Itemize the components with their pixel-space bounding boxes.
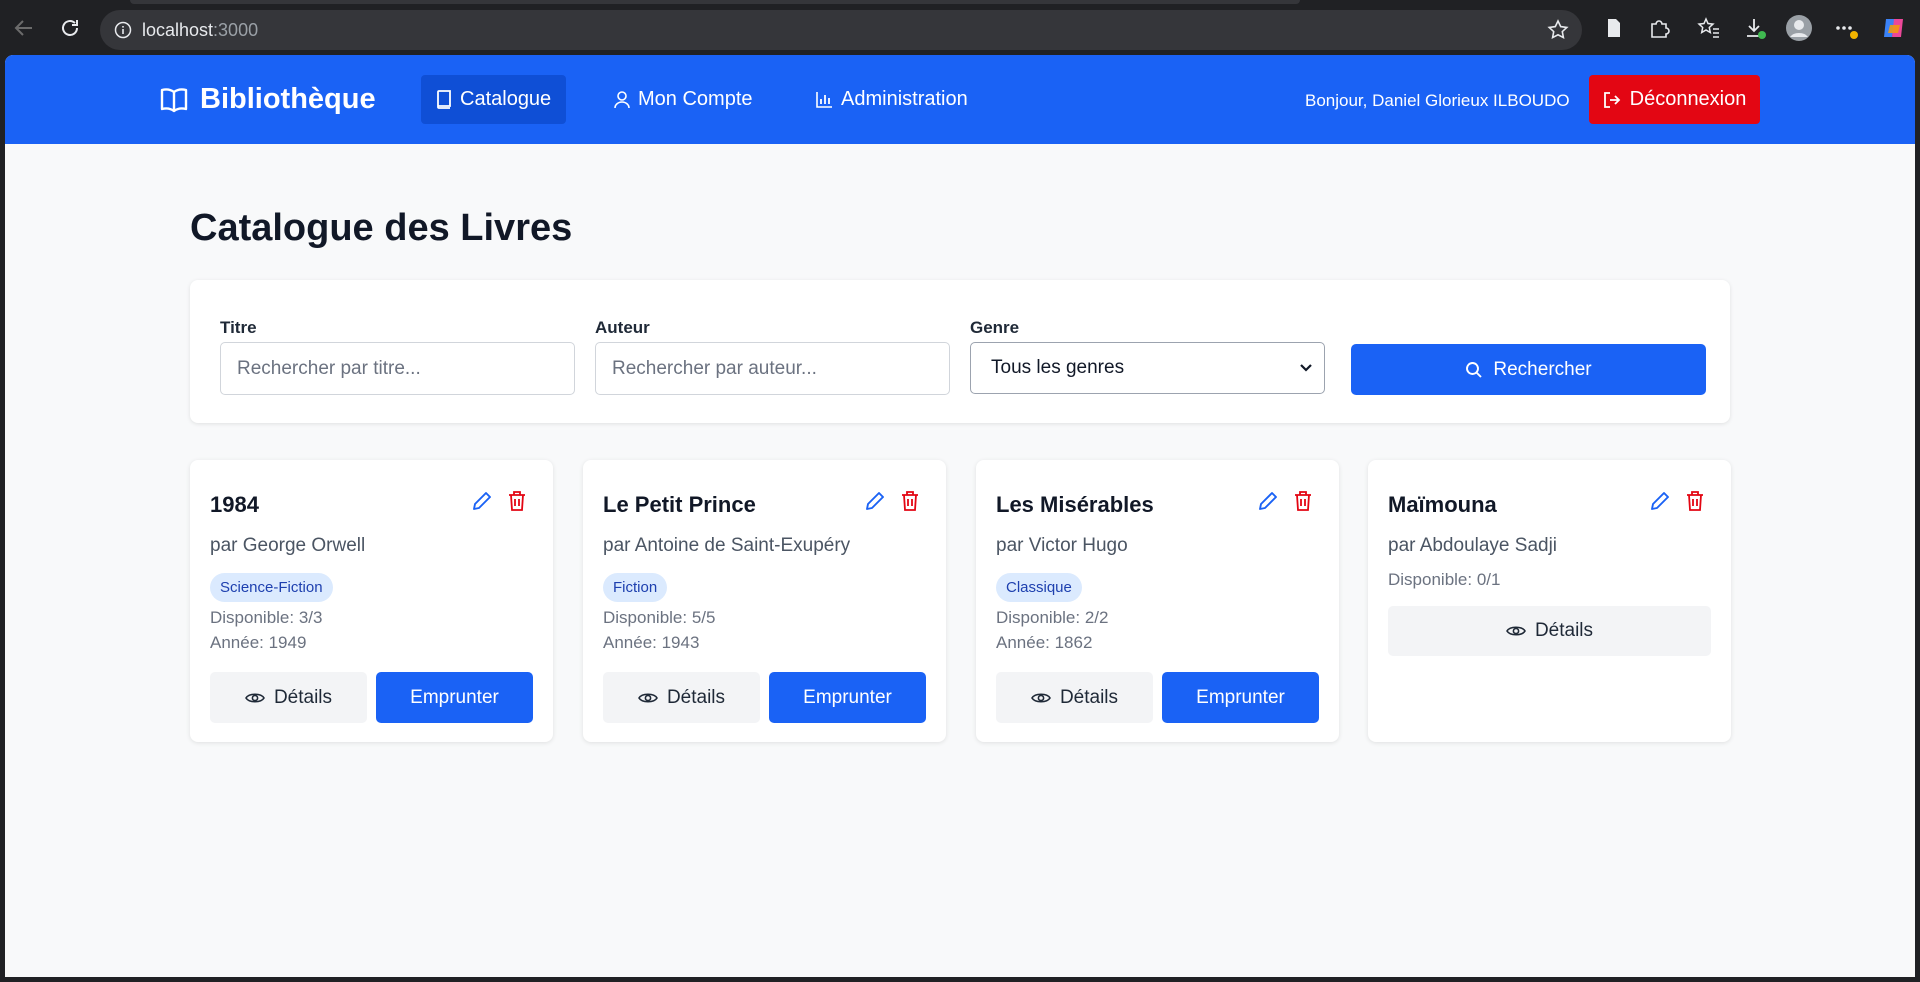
eye-icon	[245, 692, 265, 703]
book-card: Les Misérables par Victor Hugo Classique…	[976, 460, 1339, 742]
site-info-icon[interactable]	[114, 21, 132, 39]
availability-text: Disponible: 5/5	[603, 608, 716, 627]
book-title: Le Petit Prince	[603, 492, 756, 517]
availability-text: Disponible: 0/1	[1388, 570, 1501, 589]
navbar: Bibliothèque Catalogue Mon Compte Admini…	[5, 55, 1915, 144]
book-title: Les Misérables	[996, 492, 1154, 517]
details-button[interactable]: Détails	[996, 672, 1153, 723]
chevron-down-icon	[1300, 364, 1312, 372]
details-button[interactable]: Détails	[1388, 606, 1711, 656]
author-search-input[interactable]	[595, 342, 950, 395]
back-icon[interactable]	[10, 14, 38, 42]
details-button-label: Détails	[273, 686, 333, 708]
book-icon	[437, 90, 451, 109]
logout-icon	[1603, 91, 1620, 108]
details-button-label: Détails	[666, 686, 726, 708]
book-card: Le Petit Prince par Antoine de Saint-Exu…	[583, 460, 946, 742]
downloads-icon[interactable]	[1741, 14, 1769, 42]
year-text: Année: 1862	[996, 633, 1093, 652]
nav-administration-label: Administration	[841, 88, 968, 110]
app-viewport: Bibliothèque Catalogue Mon Compte Admini…	[5, 55, 1915, 977]
extensions-icon[interactable]	[1645, 14, 1673, 42]
url-text: localhost:3000	[142, 20, 259, 40]
user-greeting: Bonjour, Daniel Glorieux ILBOUDO	[1305, 91, 1570, 110]
book-author: par Antoine de Saint-Exupéry	[603, 535, 851, 556]
details-button-label: Détails	[1059, 686, 1119, 708]
delete-trash-icon[interactable]	[1685, 490, 1705, 512]
tab-strip	[130, 0, 1300, 4]
delete-trash-icon[interactable]	[1293, 490, 1313, 512]
more-menu-icon[interactable]	[1832, 14, 1860, 42]
profile-avatar-icon[interactable]	[1785, 14, 1813, 42]
logout-button[interactable]: Déconnexion	[1589, 75, 1760, 124]
book-author: par George Orwell	[210, 535, 366, 556]
delete-trash-icon[interactable]	[900, 490, 920, 512]
year-text: Année: 1943	[603, 633, 700, 652]
book-author: par Abdoulaye Sadji	[1388, 535, 1558, 556]
details-button[interactable]: Détails	[210, 672, 367, 723]
favorites-icon[interactable]	[1695, 14, 1723, 42]
book-card: 1984 par George Orwell Science-Fiction D…	[190, 460, 553, 742]
brand-name: Bibliothèque	[200, 83, 376, 115]
genre-badge: Science-Fiction	[210, 573, 333, 602]
reload-icon[interactable]	[56, 14, 84, 42]
book-title: 1984	[210, 492, 259, 517]
address-bar[interactable]: localhost:3000	[100, 10, 1582, 50]
eye-icon	[1031, 692, 1051, 703]
author-field-label: Auteur	[595, 318, 650, 337]
availability-text: Disponible: 3/3	[210, 608, 323, 627]
nav-account[interactable]: Mon Compte	[599, 75, 768, 124]
edit-pencil-icon[interactable]	[1649, 490, 1671, 512]
nav-administration[interactable]: Administration	[801, 75, 983, 124]
logout-label: Déconnexion	[1629, 88, 1747, 110]
bar-chart-icon	[816, 92, 832, 108]
genre-select-value: Tous les genres	[991, 357, 1125, 378]
reading-mode-icon[interactable]	[1600, 14, 1628, 42]
eye-icon	[638, 692, 658, 703]
nav-account-label: Mon Compte	[638, 88, 753, 110]
edit-pencil-icon[interactable]	[1257, 490, 1279, 512]
brand[interactable]: Bibliothèque	[160, 83, 376, 116]
borrow-button[interactable]: Emprunter	[1162, 672, 1319, 723]
availability-text: Disponible: 2/2	[996, 608, 1109, 627]
book-title: Maïmouna	[1388, 492, 1497, 517]
edit-pencil-icon[interactable]	[864, 490, 886, 512]
genre-badge: Classique	[996, 573, 1082, 602]
nav-catalogue-label: Catalogue	[460, 88, 552, 110]
search-button-label: Rechercher	[1493, 358, 1592, 380]
borrow-button[interactable]: Emprunter	[376, 672, 533, 723]
search-filters-panel: Titre Auteur Genre Tous les genres Reche…	[190, 280, 1730, 423]
borrow-button[interactable]: Emprunter	[769, 672, 926, 723]
book-card: Maïmouna par Abdoulaye Sadji Disponible:…	[1368, 460, 1731, 742]
browser-chrome: localhost:3000	[0, 0, 1920, 56]
title-search-input[interactable]	[220, 342, 575, 395]
bookmark-star-icon[interactable]	[1546, 18, 1570, 42]
edit-pencil-icon[interactable]	[471, 490, 493, 512]
search-button[interactable]: Rechercher	[1351, 344, 1706, 395]
eye-icon	[1506, 626, 1526, 636]
user-icon	[614, 90, 630, 108]
year-text: Année: 1949	[210, 633, 307, 652]
page-title: Catalogue des Livres	[190, 207, 573, 249]
genre-field-label: Genre	[970, 318, 1020, 337]
genre-badge: Fiction	[603, 573, 668, 602]
title-field-label: Titre	[220, 318, 257, 337]
book-author: par Victor Hugo	[996, 535, 1128, 556]
open-book-icon	[160, 87, 188, 112]
delete-trash-icon[interactable]	[507, 490, 527, 512]
details-button-label: Détails	[1534, 620, 1594, 641]
copilot-icon[interactable]	[1880, 14, 1908, 42]
search-icon	[1466, 361, 1483, 378]
nav-catalogue[interactable]: Catalogue	[421, 75, 567, 124]
details-button[interactable]: Détails	[603, 672, 760, 723]
genre-select[interactable]: Tous les genres	[970, 342, 1325, 394]
